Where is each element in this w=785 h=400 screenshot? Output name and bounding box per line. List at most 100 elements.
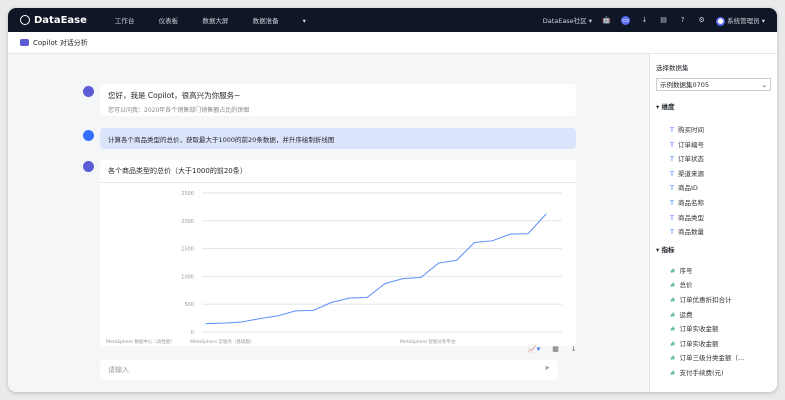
y-tick-label: 1500 (181, 247, 194, 253)
line-chart: 0 500 1000 1500 2000 2500 MetaSphere 数据中心（高性能）… (106, 191, 562, 345)
x-tick-label: MetaSphere 数据中心（高性能） (106, 338, 175, 345)
text-field-icon: T (670, 228, 674, 237)
data-point[interactable] (294, 310, 296, 312)
data-point[interactable] (545, 213, 547, 215)
answer-card: 各个商品类型的总价（大于1000的前20条） 0 500 1000 1500 2000 2… (100, 160, 576, 346)
answer-title: 各个商品类型的总价（大于1000的前20条） (100, 160, 576, 183)
data-point[interactable] (527, 233, 529, 235)
field-item[interactable]: # 总价 (656, 278, 771, 293)
y-tick-label: 2000 (181, 219, 194, 225)
logo-icon (20, 15, 30, 25)
field-item[interactable]: T 订单状态 (656, 152, 771, 167)
field-item[interactable]: # 序号 (656, 264, 771, 279)
data-point[interactable] (312, 309, 314, 311)
page-header: Copilot 对话分析 (8, 32, 777, 54)
copilot-chat-icon[interactable]: ▭ (621, 15, 631, 25)
field-item[interactable]: # 订单三级分类金额（... (656, 351, 771, 366)
text-field-icon: T (670, 169, 674, 178)
copilot-icon (20, 39, 29, 46)
settings-icon[interactable]: ⚙ (697, 16, 706, 25)
nav-data-prep[interactable]: 数据准备 ▾ (253, 17, 306, 25)
send-icon[interactable]: ➤ (544, 364, 550, 372)
data-point[interactable] (205, 323, 207, 325)
data-point[interactable] (277, 315, 279, 317)
nav-dashboard[interactable]: 仪表板 (159, 17, 179, 25)
table-icon[interactable]: ▦ (552, 345, 559, 353)
series-line (205, 213, 547, 325)
field-item[interactable]: T 渠道来源 (656, 167, 771, 182)
chevron-down-icon: ⌄ (761, 81, 767, 89)
y-tick-label: 500 (184, 302, 194, 308)
page-title: Copilot 对话分析 (33, 38, 88, 47)
download-icon[interactable]: ↓ (571, 345, 577, 353)
text-field-icon: T (670, 126, 674, 134)
robot-icon[interactable]: 🤖 (602, 16, 611, 25)
number-field-icon: # (670, 325, 676, 334)
panel-title: 选择数据集 (656, 64, 689, 72)
number-field-icon: # (670, 310, 676, 319)
data-point[interactable] (241, 321, 243, 323)
text-field-icon: T (670, 184, 674, 193)
data-point[interactable] (509, 233, 511, 235)
y-tick-label: 1000 (181, 274, 194, 280)
text-field-icon: T (670, 155, 674, 164)
user-menu[interactable]: ● 系统管理员 ▾ (716, 15, 765, 26)
data-point[interactable] (384, 283, 386, 285)
help-icon[interactable]: ? (678, 16, 687, 25)
dimension-group[interactable]: ▾ 维度 (656, 103, 771, 111)
field-item[interactable]: # 支付手续费(元) (656, 366, 771, 381)
data-point[interactable] (348, 297, 350, 299)
data-point[interactable] (259, 318, 261, 320)
data-point[interactable] (330, 302, 332, 304)
dataset-select[interactable]: 示例数据集0705 ⌄ (656, 78, 771, 91)
dataset-panel: 选择数据集 示例数据集0705 ⌄ ▾ 维度 T 购买时间 T 订单编号 T 订单状态 T 渠道… (649, 54, 777, 392)
data-point[interactable] (456, 259, 458, 261)
data-point[interactable] (402, 278, 404, 280)
nav-screen[interactable]: 数据大屏 (202, 17, 228, 25)
bot-avatar (83, 86, 94, 97)
number-field-icon: # (670, 266, 676, 275)
chart-type-icon[interactable]: 📈▾ (528, 345, 540, 353)
number-field-icon: # (670, 354, 676, 363)
number-field-icon: # (670, 281, 676, 290)
brand-logo[interactable]: DataEase (20, 15, 87, 26)
app-window: DataEase 工作台 仪表板 数据大屏 数据准备 ▾ DataEase社区 … (8, 8, 777, 392)
data-point[interactable] (491, 240, 493, 242)
field-item[interactable]: T 商品类型 (656, 211, 771, 226)
field-item[interactable]: # 订单实收金额 (656, 322, 771, 337)
avatar: ● (716, 16, 726, 26)
hint-link[interactable]: 您可以问我：2020年各个销售部门销售额占比的饼图 (108, 105, 568, 114)
data-point[interactable] (438, 262, 440, 264)
y-tick-label: 2500 (181, 191, 194, 197)
export-icon[interactable]: ▤ (659, 16, 668, 25)
download-icon[interactable]: ↓ (640, 16, 649, 25)
x-tick-label: MetaSphere 智能分析平台 (400, 338, 456, 345)
nav-workbench[interactable]: 工作台 (115, 17, 135, 25)
data-point[interactable] (366, 297, 368, 299)
field-item[interactable]: T 购买时间 (656, 123, 771, 138)
number-field-icon: # (670, 368, 676, 377)
field-item[interactable]: # 订单实收金额 (656, 337, 771, 352)
field-item[interactable]: T 商品数量 (656, 225, 771, 240)
field-item[interactable]: # 订单优惠折扣合计 (656, 293, 771, 308)
user-question: 计算各个商品类型的总价，获取最大于1000的前20条数据，并升序绘制折线图 (100, 128, 576, 149)
field-item[interactable]: T 订单编号 (656, 138, 771, 153)
field-item[interactable]: T 商品ID (656, 181, 771, 196)
data-point[interactable] (420, 277, 422, 279)
text-field-icon: T (670, 140, 674, 149)
chat-input[interactable]: 请输入 ➤ (100, 360, 558, 380)
answer-toolbar: 📈▾ ▦ ↓ (528, 345, 577, 353)
greeting-message: 您好，我是 Copilot，很高兴为你服务~ 您可以问我：2020年各个销售部门… (100, 84, 576, 116)
number-field-icon: # (670, 295, 676, 304)
data-point[interactable] (473, 241, 475, 243)
field-item[interactable]: T 商品名称 (656, 196, 771, 211)
measure-group[interactable]: ▾ 指标 (656, 246, 771, 254)
text-field-icon: T (670, 213, 674, 222)
number-field-icon: # (670, 339, 676, 348)
text-field-icon: T (670, 198, 674, 207)
bot-avatar (83, 161, 94, 172)
data-point[interactable] (223, 322, 225, 324)
community-menu[interactable]: DataEase社区 ▾ (543, 15, 592, 25)
x-tick-label: MetaSphere 云服务（基础版） (190, 338, 254, 345)
field-item[interactable]: # 运费 (656, 308, 771, 323)
